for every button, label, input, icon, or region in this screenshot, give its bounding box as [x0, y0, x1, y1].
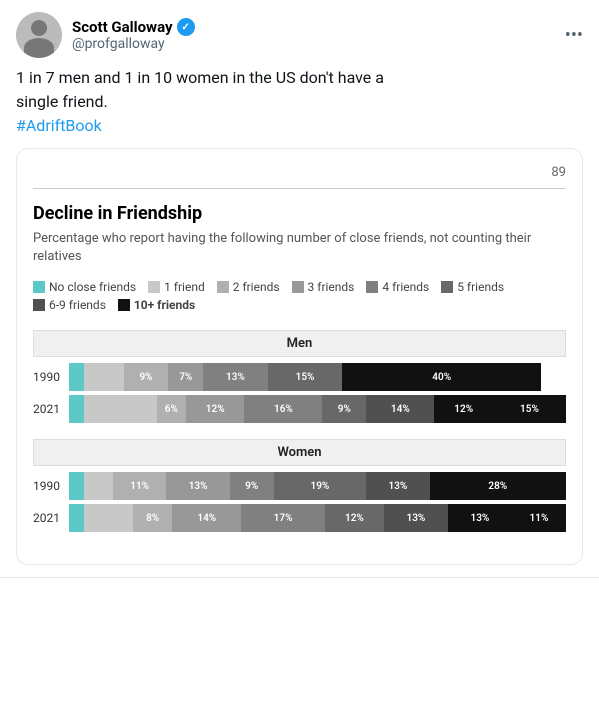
legend-item-4-friends: 4 friends	[366, 280, 429, 294]
bar-segment: 15%	[493, 395, 566, 423]
legend-swatch-teal	[33, 281, 45, 293]
bar-segments: 8%9%7%13%15%40%	[69, 363, 566, 391]
bar-segments: 6%11%13%9%19%13%28%	[69, 472, 566, 500]
avatar[interactable]	[16, 12, 62, 58]
legend-label: 5 friends	[457, 280, 504, 294]
bar-segment: 13%	[366, 472, 429, 500]
bar-segment: 8%	[133, 504, 172, 532]
chart-title: Decline in Friendship	[33, 203, 566, 224]
bar-segment: 16%	[244, 395, 322, 423]
legend-item-5-friends: 5 friends	[441, 280, 504, 294]
tweet-header: Scott Galloway ✓ @profgalloway •••	[16, 12, 583, 58]
more-options-icon[interactable]: •••	[565, 25, 583, 46]
page-number: 89	[33, 165, 566, 180]
tweet-text-line2: single friend.	[16, 92, 108, 111]
year-label: 2021	[33, 511, 69, 525]
bar-row: 19906%11%13%9%19%13%28%	[33, 472, 566, 500]
bar-segment: 40%	[342, 363, 541, 391]
username: @profgalloway	[72, 36, 195, 52]
legend-swatch-black	[118, 299, 130, 311]
legend-swatch-gray5	[441, 281, 453, 293]
tweet-text-line1: 1 in 7 men and 1 in 10 women in the US d…	[16, 68, 384, 87]
bar-segment: 9%	[124, 363, 169, 391]
bar-segment: 13%	[166, 472, 229, 500]
bar-segments: 10%8%14%17%12%13%13%11%	[69, 504, 566, 532]
chart-section-men: Men19908%9%7%13%15%40%202115%6%12%16%9%1…	[33, 330, 566, 423]
bar-segment: 15%	[84, 395, 157, 423]
bar-segment: 19%	[274, 472, 367, 500]
legend-swatch-gray4	[366, 281, 378, 293]
legend-item-10plus-friends: 10+ friends	[118, 298, 195, 312]
section-label: Men	[33, 330, 566, 357]
bar-segment	[69, 395, 84, 423]
bar-segment: 10%	[84, 504, 133, 532]
bar-segment	[69, 363, 84, 391]
legend-item-3-friends: 3 friends	[292, 280, 355, 294]
year-label: 2021	[33, 402, 69, 416]
display-name-text: Scott Galloway	[72, 18, 173, 36]
bar-segment: 12%	[434, 395, 492, 423]
bar-segment: 14%	[172, 504, 241, 532]
legend-label: 10+ friends	[134, 298, 195, 312]
bar-segments: 15%6%12%16%9%14%12%15%	[69, 395, 566, 423]
bar-segment: 28%	[430, 472, 566, 500]
hashtag[interactable]: #AdriftBook	[16, 116, 102, 135]
bar-segment: 13%	[448, 504, 512, 532]
year-label: 1990	[33, 479, 69, 493]
tweet-user: Scott Galloway ✓ @profgalloway	[16, 12, 195, 58]
legend-item-no-close-friends: No close friends	[33, 280, 136, 294]
bar-segment: 9%	[230, 472, 274, 500]
bar-segment: 17%	[241, 504, 325, 532]
legend-swatch-gray2	[217, 281, 229, 293]
tweet-container: Scott Galloway ✓ @profgalloway ••• 1 in …	[0, 0, 599, 578]
bar-segment	[69, 504, 84, 532]
chart-legend: No close friends 1 friend 2 friends 3 fr…	[33, 280, 566, 312]
legend-label: 6-9 friends	[49, 298, 106, 312]
section-label: Women	[33, 439, 566, 466]
bar-row: 202110%8%14%17%12%13%13%11%	[33, 504, 566, 532]
charts-container: Men19908%9%7%13%15%40%202115%6%12%16%9%1…	[33, 330, 566, 532]
tweet-text: 1 in 7 men and 1 in 10 women in the US d…	[16, 66, 583, 138]
legend-item-6-9-friends: 6-9 friends	[33, 298, 106, 312]
legend-label: 4 friends	[382, 280, 429, 294]
bar-segment: 12%	[186, 395, 244, 423]
bar-segment: 7%	[168, 363, 203, 391]
bar-segment: 13%	[384, 504, 448, 532]
bar-segment: 14%	[366, 395, 434, 423]
legend-label: 3 friends	[308, 280, 355, 294]
card-divider	[33, 188, 566, 189]
legend-label: 2 friends	[233, 280, 280, 294]
year-label: 1990	[33, 370, 69, 384]
bar-row: 202115%6%12%16%9%14%12%15%	[33, 395, 566, 423]
bar-segment: 15%	[268, 363, 343, 391]
legend-swatch-gray6	[33, 299, 45, 311]
bar-segment: 9%	[322, 395, 366, 423]
bar-segment: 6%	[157, 395, 186, 423]
chart-section-women: Women19906%11%13%9%19%13%28%202110%8%14%…	[33, 439, 566, 532]
bar-segment: 6%	[84, 472, 113, 500]
user-info: Scott Galloway ✓ @profgalloway	[72, 18, 195, 52]
chart-subtitle: Percentage who report having the followi…	[33, 230, 566, 266]
legend-item-2-friends: 2 friends	[217, 280, 280, 294]
bar-row: 19908%9%7%13%15%40%	[33, 363, 566, 391]
legend-swatch-gray1	[148, 281, 160, 293]
legend-label: No close friends	[49, 280, 136, 294]
bar-segment: 13%	[203, 363, 268, 391]
bar-segment: 11%	[512, 504, 566, 532]
legend-label: 1 friend	[164, 280, 205, 294]
bar-segment: 12%	[325, 504, 384, 532]
infographic-card: 89 Decline in Friendship Percentage who …	[16, 148, 583, 565]
legend-item-1-friend: 1 friend	[148, 280, 205, 294]
legend-swatch-gray3	[292, 281, 304, 293]
bar-segment: 11%	[113, 472, 167, 500]
display-name: Scott Galloway ✓	[72, 18, 195, 36]
bar-segment	[69, 472, 84, 500]
verified-icon: ✓	[177, 18, 195, 36]
bar-segment: 8%	[84, 363, 124, 391]
